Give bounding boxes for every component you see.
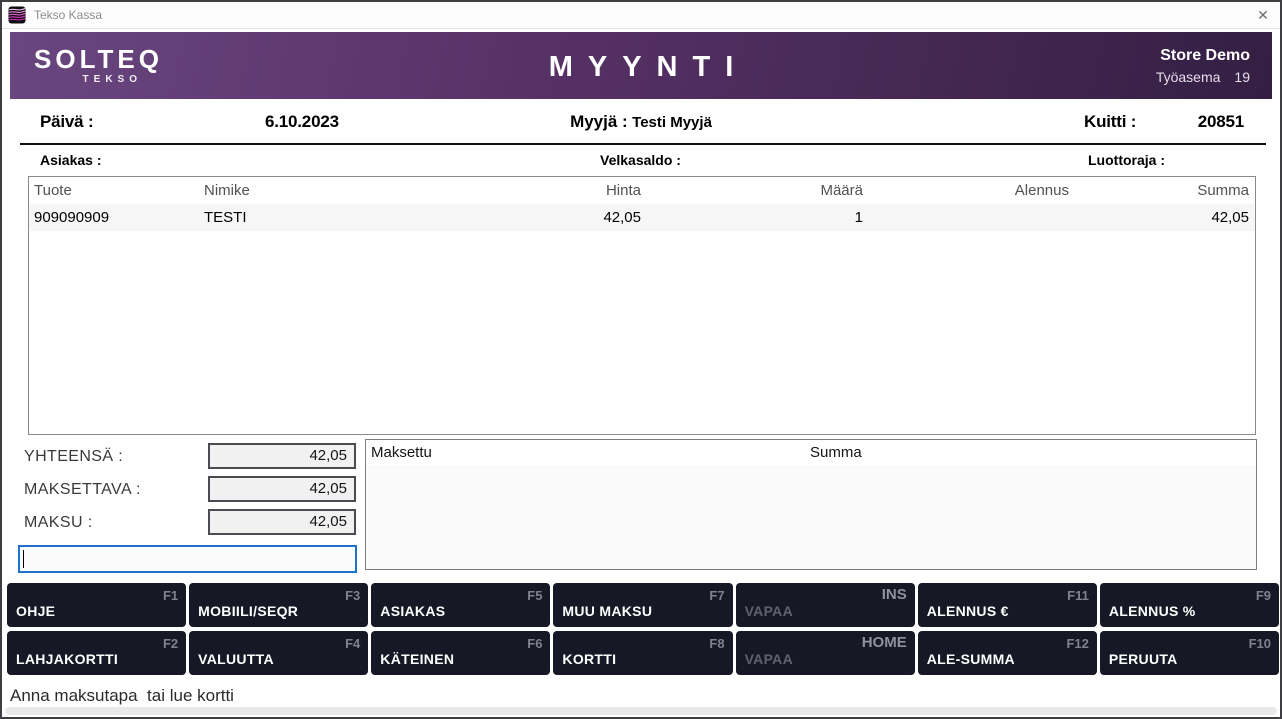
fkey-label: KORTTI [562, 651, 616, 667]
fkey-button-f11[interactable]: ALENNUS € F11 [918, 583, 1097, 627]
seller-value: Testi Myyjä [632, 114, 712, 131]
fkey-label: ALENNUS % [1109, 603, 1196, 619]
column-header-nimike: Nimike [199, 177, 440, 204]
receipt-label: Kuitti : [1084, 112, 1136, 132]
fkey-label: LAHJAKORTTI [16, 651, 118, 667]
sum-column-header: Summa [810, 444, 862, 461]
fkey-shortcut: F9 [1256, 588, 1271, 603]
paid-column-header: Maksettu [371, 444, 432, 461]
bottom-strip [5, 707, 1277, 715]
fkey-shortcut: F3 [345, 588, 360, 603]
total-label: YHTEENSÄ : [24, 448, 123, 466]
column-header-hinta: Hinta [440, 177, 647, 204]
payments-list [366, 465, 1256, 569]
fkey-shortcut: INS [882, 586, 907, 603]
fkey-button-f1[interactable]: OHJE F1 [7, 583, 186, 627]
app-logo-icon [8, 6, 26, 24]
payment-value: 42,05 [208, 509, 356, 535]
column-header-määrä: Määrä [647, 177, 868, 204]
fkey-button-f8[interactable]: KORTTI F8 [553, 631, 732, 675]
payable-value: 42,05 [208, 476, 356, 502]
fkey-shortcut: F4 [345, 636, 360, 651]
fkey-label: VAPAA [745, 651, 793, 667]
window-title: Tekso Kassa [34, 8, 102, 22]
fkey-label: VAPAA [745, 603, 793, 619]
fkey-shortcut: HOME [862, 634, 907, 651]
divider-line [20, 143, 1266, 145]
fkey-shortcut: F1 [163, 588, 178, 603]
fkey-button-f12[interactable]: ALE-SUMMA F12 [918, 631, 1097, 675]
item-cell: 42,05 [1075, 204, 1255, 231]
app-header: SOLTEQ TEKSO MYYNTI Store Demo Työasema1… [10, 32, 1272, 99]
fkey-button-ins[interactable]: VAPAA INS [736, 583, 915, 627]
workstation-number: 19 [1234, 69, 1250, 85]
payment-entry-input[interactable] [18, 545, 357, 573]
receipt-number: 20851 [1198, 112, 1244, 132]
fkey-shortcut: F10 [1249, 636, 1271, 651]
fkey-label: ALE-SUMMA [927, 651, 1015, 667]
fkey-shortcut: F12 [1066, 636, 1088, 651]
total-value: 42,05 [208, 443, 356, 469]
fkey-button-f5[interactable]: ASIAKAS F5 [371, 583, 550, 627]
item-cell: TESTI [199, 204, 440, 231]
fkey-shortcut: F11 [1067, 588, 1089, 603]
fkey-shortcut: F7 [709, 588, 724, 603]
function-key-grid: OHJE F1 MOBIILI/SEQR F3 ASIAKAS F5 MUU MAKSU F7… [7, 583, 1279, 675]
fkey-button-f10[interactable]: PERUUTA F10 [1100, 631, 1279, 675]
fkey-shortcut: F2 [163, 636, 178, 651]
credit-label: Luottoraja : [1088, 152, 1165, 168]
payments-panel: Maksettu Summa [365, 439, 1257, 570]
payment-label: MAKSU : [24, 514, 93, 532]
fkey-label: OHJE [16, 603, 55, 619]
column-header-alennus: Alennus [868, 177, 1075, 204]
fkey-button-f9[interactable]: ALENNUS % F9 [1100, 583, 1279, 627]
item-cell: 1 [647, 204, 868, 231]
app-window: Tekso Kassa ✕ SOLTEQ TEKSO MYYNTI Store … [0, 0, 1282, 719]
store-name: Store Demo [1156, 47, 1250, 65]
close-icon[interactable]: ✕ [1253, 5, 1273, 25]
fkey-label: KÄTEINEN [380, 651, 454, 667]
items-table: TuoteNimikeHintaMääräAlennusSumma 909090… [28, 176, 1256, 435]
fkey-button-f6[interactable]: KÄTEINEN F6 [371, 631, 550, 675]
fkey-label: PERUUTA [1109, 651, 1178, 667]
fkey-label: MUU MAKSU [562, 603, 652, 619]
workstation-label: Työasema [1156, 69, 1221, 85]
fkey-shortcut: F6 [527, 636, 542, 651]
column-header-tuote: Tuote [29, 177, 199, 204]
item-cell [868, 204, 1075, 231]
items-table-header: TuoteNimikeHintaMääräAlennusSumma [29, 177, 1255, 204]
workstation-info: Työasema 19 [1156, 69, 1250, 85]
title-bar: Tekso Kassa ✕ [2, 2, 1280, 29]
store-info: Store Demo Työasema 19 [1156, 47, 1250, 85]
debt-label: Velkasaldo : [600, 152, 681, 168]
payments-header: Maksettu Summa [366, 440, 1256, 465]
payable-label: MAKSETTAVA : [24, 481, 141, 499]
fkey-button-f3[interactable]: MOBIILI/SEQR F3 [189, 583, 368, 627]
fkey-label: ASIAKAS [380, 603, 445, 619]
fkey-shortcut: F5 [527, 588, 542, 603]
fkey-label: MOBIILI/SEQR [198, 603, 298, 619]
item-row[interactable]: 909090909TESTI42,05142,05 [29, 204, 1255, 231]
fkey-button-f7[interactable]: MUU MAKSU F7 [553, 583, 732, 627]
customer-label: Asiakas : [40, 152, 101, 168]
item-cell: 909090909 [29, 204, 199, 231]
fkey-button-f2[interactable]: LAHJAKORTTI F2 [7, 631, 186, 675]
page-title: MYYNTI [10, 51, 1272, 84]
fkey-label: ALENNUS € [927, 603, 1009, 619]
item-cell: 42,05 [440, 204, 647, 231]
fkey-shortcut: F8 [709, 636, 724, 651]
seller-label: Myyjä : [570, 112, 628, 131]
fkey-button-f4[interactable]: VALUUTTA F4 [189, 631, 368, 675]
fkey-label: VALUUTTA [198, 651, 274, 667]
status-message: Anna maksutapa tai lue kortti [10, 686, 234, 706]
text-caret [23, 550, 24, 568]
column-header-summa: Summa [1075, 177, 1255, 204]
fkey-button-home[interactable]: VAPAA HOME [736, 631, 915, 675]
